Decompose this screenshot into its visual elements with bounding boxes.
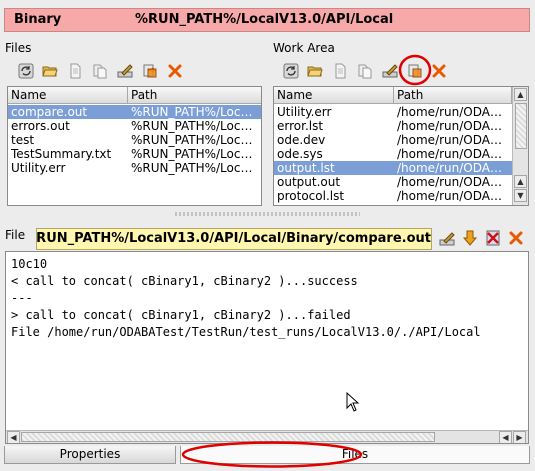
close-icon[interactable] <box>508 230 524 246</box>
editor-line: File /home/run/ODABATest/TestRun/test_ru… <box>11 325 481 339</box>
files-row-name: test <box>11 133 35 147</box>
work-area-row[interactable]: ode.dev/home/run/ODA… <box>274 133 528 147</box>
work-area-row-name: error.lst <box>277 119 324 133</box>
files-col-name[interactable]: Name <box>8 87 128 104</box>
work-area-row[interactable]: ode.sys/home/run/ODA… <box>274 147 528 161</box>
arrow-down-icon[interactable] <box>462 230 478 246</box>
work-area-row[interactable]: output.lst/home/run/ODA… <box>274 161 528 175</box>
work-area-row[interactable]: output.out/home/run/ODA… <box>274 175 528 189</box>
mouse-cursor-icon <box>346 392 360 412</box>
binary-header-bar: Binary %RUN_PATH%/LocalV13.0/API/Local <box>4 8 530 32</box>
copy-icon[interactable] <box>67 63 83 79</box>
move-icon[interactable] <box>142 63 158 79</box>
scroll-up-icon[interactable]: ▲ <box>514 88 527 101</box>
work-area-row-path: /home/run/ODA… <box>397 189 502 203</box>
scroll-up-icon[interactable]: ▲ <box>514 175 527 188</box>
scroll-left-icon[interactable]: ◀ <box>7 431 20 443</box>
files-row-name: Utility.err <box>11 161 66 175</box>
open-folder-icon[interactable] <box>42 63 58 79</box>
work-col-path[interactable]: Path <box>394 87 512 104</box>
open-folder-icon[interactable] <box>307 63 323 79</box>
files-row-path: %RUN_PATH%/Loc… <box>131 133 253 147</box>
work-area-row[interactable]: protocol.lst/home/run/ODA… <box>274 189 528 203</box>
delete-icon[interactable] <box>167 63 183 79</box>
files-list[interactable]: Name Path compare.out %RUN_PATH%/Loc… erro… <box>7 86 262 206</box>
editor-line: --- <box>11 291 33 305</box>
files-row-path: %RUN_PATH%/Loc… <box>131 105 253 119</box>
files-row[interactable]: TestSummary.txt %RUN_PATH%/Loc… <box>8 147 261 161</box>
work-area-row-path: /home/run/ODA… <box>397 105 502 119</box>
editor-line: 10c10 <box>11 257 48 271</box>
scroll-thumb[interactable] <box>515 103 527 149</box>
annotation-circle-icon <box>398 54 432 86</box>
binary-label: Binary <box>14 12 62 27</box>
work-area-row-name: protocol.lst <box>277 189 345 203</box>
scroll-left-icon[interactable]: ◀ <box>499 431 512 443</box>
work-area-title: Work Area <box>273 41 335 55</box>
files-row[interactable]: Utility.err %RUN_PATH%/Loc… <box>8 161 261 175</box>
binary-path: %RUN_PATH%/LocalV13.0/API/Local <box>135 12 394 27</box>
work-area-row-path: /home/run/ODA… <box>397 161 502 175</box>
work-area-list[interactable]: Name Path Utility.err/home/run/ODA… error… <box>273 86 529 206</box>
splitter-handle[interactable] <box>175 212 360 216</box>
file-content-editor[interactable]: 10c10 < call to concat( cBinary1, cBinar… <box>5 251 529 444</box>
work-area-row-path: /home/run/ODA… <box>397 175 502 189</box>
file-label: File <box>5 228 26 242</box>
cancel-icon[interactable] <box>485 230 501 246</box>
paste-icon[interactable] <box>357 63 373 79</box>
files-col-path[interactable]: Path <box>128 87 261 104</box>
files-row[interactable]: compare.out %RUN_PATH%/Loc… <box>8 105 261 119</box>
files-row-name: compare.out <box>11 105 88 119</box>
edit-icon[interactable] <box>117 63 133 79</box>
work-col-name[interactable]: Name <box>274 87 394 104</box>
refresh-icon[interactable] <box>283 63 299 79</box>
work-area-row-name: Utility.err <box>277 105 332 119</box>
work-area-scrollbar[interactable]: ▲ ▲ ▼ <box>512 87 528 205</box>
files-toolbar <box>0 60 270 82</box>
refresh-icon[interactable] <box>18 63 34 79</box>
work-area-row-name: output.lst <box>277 161 335 175</box>
files-title: Files <box>5 41 32 55</box>
paste-icon[interactable] <box>92 63 108 79</box>
work-area-row[interactable]: Utility.err/home/run/ODA… <box>274 105 528 119</box>
editor-line: > call to concat( cBinary1, cBinary2 )..… <box>11 308 351 322</box>
annotation-ellipse-icon <box>181 441 363 468</box>
file-path-text: %RUN_PATH%/LocalV13.0/API/Local/Binary/c… <box>36 231 431 246</box>
delete-icon[interactable] <box>431 63 447 79</box>
work-area-row[interactable]: error.lst/home/run/ODA… <box>274 119 528 133</box>
work-area-row-name: ode.sys <box>277 147 323 161</box>
files-row[interactable]: test %RUN_PATH%/Loc… <box>8 133 261 147</box>
scroll-right-icon[interactable]: ▶ <box>513 431 526 443</box>
save-icon[interactable] <box>439 231 455 247</box>
work-area-row-path: /home/run/ODA… <box>397 119 502 133</box>
copy-icon[interactable] <box>332 63 348 79</box>
files-row-path: %RUN_PATH%/Loc… <box>131 161 253 175</box>
files-row-name: TestSummary.txt <box>11 147 112 161</box>
file-path-field: %RUN_PATH%/LocalV13.0/API/Local/Binary/c… <box>36 228 432 250</box>
edit-icon[interactable] <box>382 63 398 79</box>
files-row-path: %RUN_PATH%/Loc… <box>131 119 253 133</box>
editor-line: < call to concat( cBinary1, cBinary2 )..… <box>11 274 358 288</box>
tab-properties[interactable]: Properties <box>4 446 176 464</box>
work-area-row-path: /home/run/ODA… <box>397 133 502 147</box>
files-row-name: errors.out <box>11 119 70 133</box>
files-row[interactable]: errors.out %RUN_PATH%/Loc… <box>8 119 261 133</box>
scroll-down-icon[interactable]: ▼ <box>514 189 527 202</box>
files-row-path: %RUN_PATH%/Loc… <box>131 147 253 161</box>
work-area-row-name: ode.dev <box>277 133 326 147</box>
work-area-row-path: /home/run/ODA… <box>397 147 502 161</box>
work-area-row-name: output.out <box>277 175 341 189</box>
